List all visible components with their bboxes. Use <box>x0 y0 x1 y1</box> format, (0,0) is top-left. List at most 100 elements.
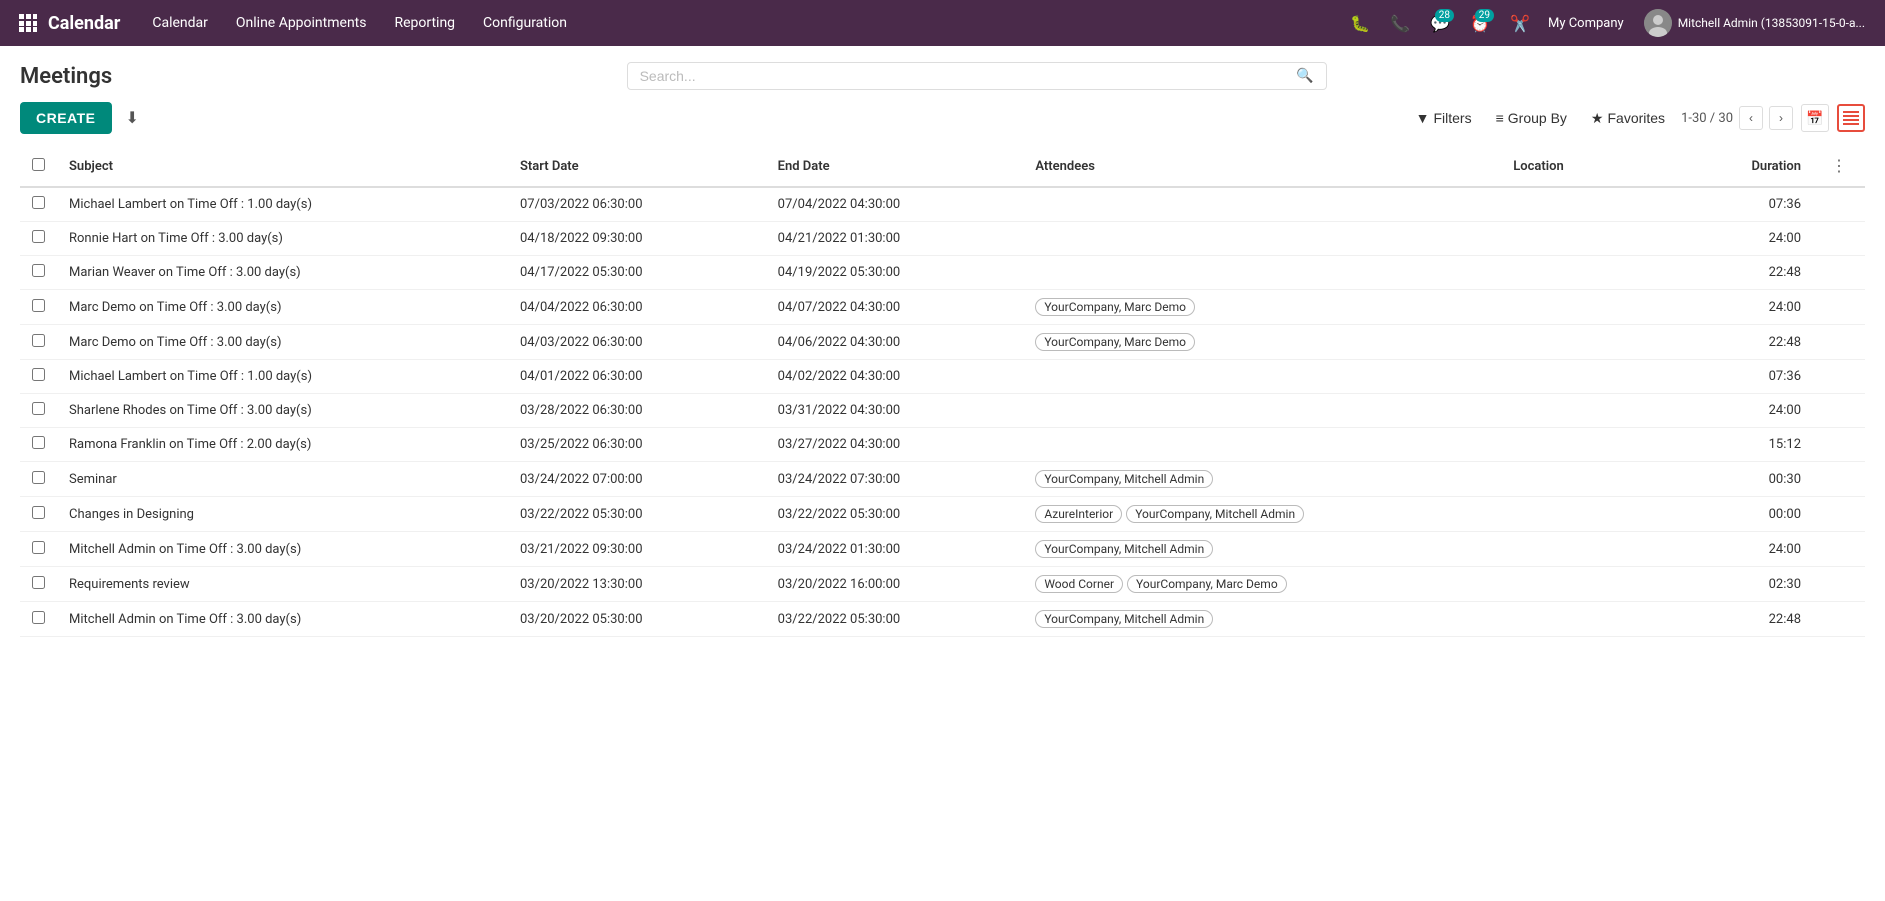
cell-subject[interactable]: Michael Lambert on Time Off : 1.00 day(s… <box>57 360 508 394</box>
row-checkbox[interactable] <box>32 471 45 484</box>
cell-attendees: AzureInteriorYourCompany, Mitchell Admin <box>1023 497 1501 532</box>
cell-subject[interactable]: Changes in Designing <box>57 497 508 532</box>
top-navigation: ​ Calendar Calendar Online Appointments … <box>0 0 1885 46</box>
cell-subject[interactable]: Sharlene Rhodes on Time Off : 3.00 day(s… <box>57 394 508 428</box>
next-page-button[interactable]: › <box>1769 106 1793 130</box>
group-by-icon: ≡ <box>1496 110 1504 126</box>
attendee-tag[interactable]: YourCompany, Mitchell Admin <box>1035 540 1213 558</box>
download-button[interactable]: ⬇ <box>120 104 145 132</box>
list-view-button[interactable] <box>1837 104 1865 132</box>
grid-menu-icon[interactable]: ​ <box>12 7 44 39</box>
company-name: My Company <box>1548 16 1624 31</box>
row-checkbox[interactable] <box>32 196 45 209</box>
company-selector[interactable]: My Company <box>1540 16 1632 31</box>
cell-subject[interactable]: Mitchell Admin on Time Off : 3.00 day(s) <box>57 532 508 567</box>
attendee-tag[interactable]: Wood Corner <box>1035 575 1123 593</box>
cell-subject[interactable]: Ronnie Hart on Time Off : 3.00 day(s) <box>57 222 508 256</box>
nav-configuration[interactable]: Configuration <box>471 0 579 46</box>
toolbar: CREATE ⬇ ▼ Filters ≡ Group By ★ Favorite… <box>20 102 1865 134</box>
bug-icon[interactable]: 🐛 <box>1344 7 1376 39</box>
row-checkbox[interactable] <box>32 334 45 347</box>
cell-subject[interactable]: Ramona Franklin on Time Off : 2.00 day(s… <box>57 428 508 462</box>
main-content: Meetings 🔍 CREATE ⬇ ▼ Filters ≡ Group By… <box>0 46 1885 653</box>
row-checkbox[interactable] <box>32 541 45 554</box>
col-subject[interactable]: Subject <box>57 146 508 187</box>
cell-subject[interactable]: Marian Weaver on Time Off : 3.00 day(s) <box>57 256 508 290</box>
create-button[interactable]: CREATE <box>20 102 112 134</box>
cell-subject[interactable]: Michael Lambert on Time Off : 1.00 day(s… <box>57 187 508 222</box>
table-row: Marian Weaver on Time Off : 3.00 day(s)0… <box>20 256 1865 290</box>
attendee-tag[interactable]: YourCompany, Mitchell Admin <box>1035 470 1213 488</box>
favorites-button[interactable]: ★ Favorites <box>1583 106 1673 131</box>
user-menu[interactable]: Mitchell Admin (13853091-15-0-a... <box>1636 9 1873 37</box>
attendee-tag[interactable]: AzureInterior <box>1035 505 1122 523</box>
attendee-tag[interactable]: YourCompany, Marc Demo <box>1035 333 1195 351</box>
page-title: Meetings <box>20 64 112 89</box>
cell-location <box>1501 428 1694 462</box>
calendar-view-button[interactable]: 📅 <box>1801 104 1829 132</box>
attendee-tag[interactable]: YourCompany, Marc Demo <box>1035 298 1195 316</box>
col-start-date[interactable]: Start Date <box>508 146 766 187</box>
cell-location <box>1501 462 1694 497</box>
phone-icon[interactable]: 📞 <box>1384 7 1416 39</box>
prev-page-button[interactable]: ‹ <box>1739 106 1763 130</box>
avatar <box>1644 9 1672 37</box>
attendee-tag[interactable]: YourCompany, Mitchell Admin <box>1126 505 1304 523</box>
col-location[interactable]: Location <box>1501 146 1694 187</box>
cell-duration: 22:48 <box>1695 325 1813 360</box>
cell-start-date: 04/04/2022 06:30:00 <box>508 290 766 325</box>
filters-button[interactable]: ▼ Filters <box>1408 106 1480 130</box>
clock-icon[interactable]: ⏰ 29 <box>1464 7 1496 39</box>
nav-reporting[interactable]: Reporting <box>382 0 467 46</box>
row-checkbox[interactable] <box>32 230 45 243</box>
attendee-tag[interactable]: YourCompany, Mitchell Admin <box>1035 610 1213 628</box>
cell-subject[interactable]: Marc Demo on Time Off : 3.00 day(s) <box>57 290 508 325</box>
col-end-date[interactable]: End Date <box>766 146 1024 187</box>
cell-subject[interactable]: Marc Demo on Time Off : 3.00 day(s) <box>57 325 508 360</box>
cell-start-date: 03/20/2022 05:30:00 <box>508 602 766 637</box>
filter-icon: ▼ <box>1416 110 1430 126</box>
select-all-checkbox[interactable] <box>32 158 45 171</box>
nav-calendar[interactable]: Calendar <box>140 0 220 46</box>
row-checkbox[interactable] <box>32 436 45 449</box>
row-checkbox[interactable] <box>32 299 45 312</box>
star-icon: ★ <box>1591 110 1604 127</box>
row-checkbox[interactable] <box>32 576 45 589</box>
cell-end-date: 04/06/2022 04:30:00 <box>766 325 1024 360</box>
cell-location <box>1501 567 1694 602</box>
cell-start-date: 03/20/2022 13:30:00 <box>508 567 766 602</box>
cell-duration: 07:36 <box>1695 187 1813 222</box>
nav-online-appointments[interactable]: Online Appointments <box>224 0 379 46</box>
table-row: Seminar03/24/2022 07:00:0003/24/2022 07:… <box>20 462 1865 497</box>
cell-subject[interactable]: Mitchell Admin on Time Off : 3.00 day(s) <box>57 602 508 637</box>
table-row: Ronnie Hart on Time Off : 3.00 day(s)04/… <box>20 222 1865 256</box>
col-attendees[interactable]: Attendees <box>1023 146 1501 187</box>
cell-location <box>1501 187 1694 222</box>
cell-attendees <box>1023 256 1501 290</box>
cell-attendees: Wood CornerYourCompany, Marc Demo <box>1023 567 1501 602</box>
attendee-tag[interactable]: YourCompany, Marc Demo <box>1127 575 1287 593</box>
row-checkbox[interactable] <box>32 611 45 624</box>
search-input[interactable] <box>640 68 1297 84</box>
column-options-button[interactable]: ⋮ <box>1825 154 1853 178</box>
row-checkbox[interactable] <box>32 368 45 381</box>
cell-end-date: 03/31/2022 04:30:00 <box>766 394 1024 428</box>
user-name: Mitchell Admin (13853091-15-0-a... <box>1678 16 1865 30</box>
group-by-button[interactable]: ≡ Group By <box>1488 106 1575 130</box>
settings-icon[interactable]: ✂️ <box>1504 7 1536 39</box>
search-container: 🔍 <box>132 62 1821 90</box>
row-checkbox[interactable] <box>32 506 45 519</box>
cell-duration: 24:00 <box>1695 222 1813 256</box>
cell-start-date: 07/03/2022 06:30:00 <box>508 187 766 222</box>
cell-attendees <box>1023 428 1501 462</box>
filters-label: Filters <box>1433 110 1471 126</box>
cell-location <box>1501 532 1694 567</box>
row-checkbox[interactable] <box>32 402 45 415</box>
chat-icon[interactable]: 💬 28 <box>1424 7 1456 39</box>
cell-end-date: 07/04/2022 04:30:00 <box>766 187 1024 222</box>
cell-subject[interactable]: Requirements review <box>57 567 508 602</box>
col-duration[interactable]: Duration <box>1695 146 1813 187</box>
row-checkbox[interactable] <box>32 264 45 277</box>
cell-subject[interactable]: Seminar <box>57 462 508 497</box>
cell-end-date: 04/02/2022 04:30:00 <box>766 360 1024 394</box>
